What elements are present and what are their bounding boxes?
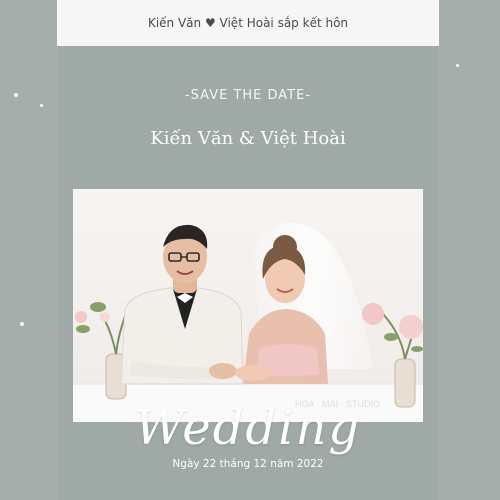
- sparkle-dot: [456, 64, 459, 67]
- header-title: Kiến Văn ♥ Việt Hoài sắp kết hôn: [147, 16, 349, 30]
- invitation-card: Kiến Văn ♥ Việt Hoài sắp kết hôn -SAVE T…: [57, 0, 439, 500]
- wedding-date: Ngày 22 tháng 12 năm 2022: [172, 458, 324, 470]
- couple-photo: HOA · MAI · STUDIO: [73, 189, 423, 422]
- couple-names: Kiến Văn & Việt Hoài: [150, 128, 346, 149]
- header-bar: Kiến Văn ♥ Việt Hoài sắp kết hôn: [57, 0, 439, 46]
- sparkle-dot: [40, 104, 43, 107]
- wedding-script-title: Wedding: [134, 400, 362, 456]
- sparkle-dot: [14, 93, 18, 97]
- sparkle-dot: [20, 322, 24, 326]
- save-the-date-label: -SAVE THE DATE-: [184, 88, 312, 103]
